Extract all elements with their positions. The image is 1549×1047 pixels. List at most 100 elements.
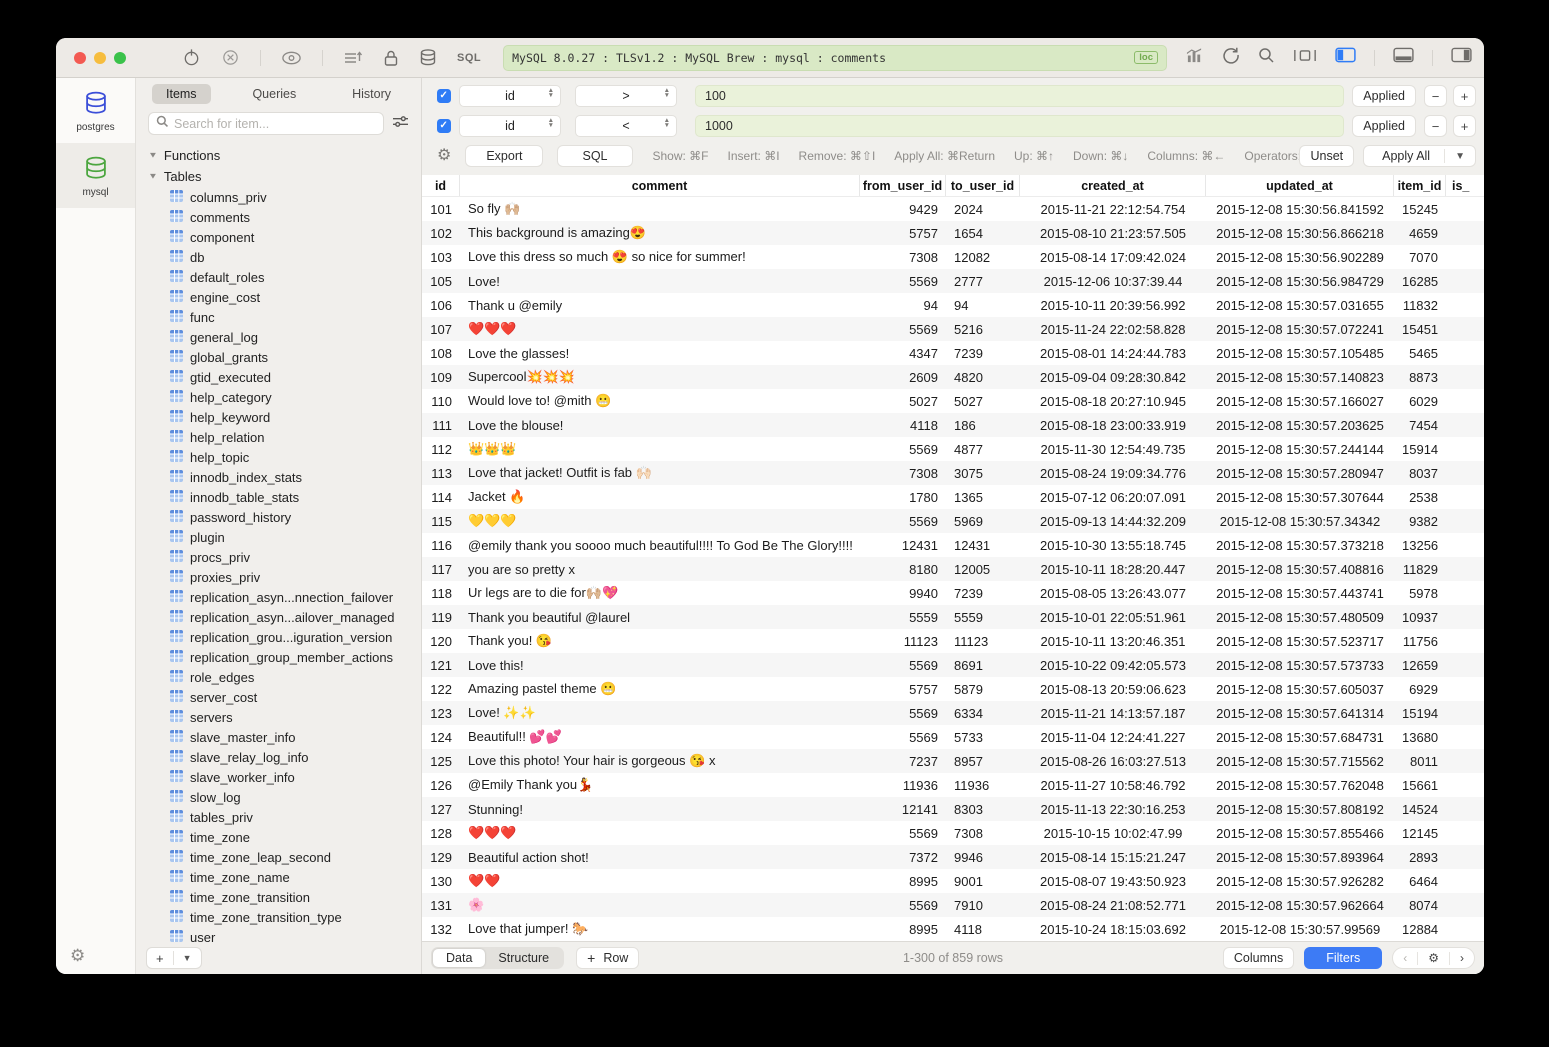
sidebar-table-item[interactable]: global_grants bbox=[136, 347, 421, 367]
table-row[interactable]: 111Love the blouse!41181862015-08-18 23:… bbox=[422, 413, 1484, 437]
chevron-down-icon[interactable]: ▼ bbox=[174, 953, 201, 963]
filter-sliders-icon[interactable] bbox=[392, 114, 409, 134]
table-row[interactable]: 130❤️❤️899590012015-08-07 19:43:50.92320… bbox=[422, 869, 1484, 893]
sidebar-table-item[interactable]: time_zone bbox=[136, 827, 421, 847]
filter-settings-gear-icon[interactable]: ⚙ bbox=[437, 148, 451, 164]
sidebar-table-item[interactable]: slow_log bbox=[136, 787, 421, 807]
filter-enabled-checkbox[interactable] bbox=[437, 89, 451, 103]
sql-button[interactable]: SQL bbox=[557, 145, 632, 167]
table-row[interactable]: 103Love this dress so much 😍 so nice for… bbox=[422, 245, 1484, 269]
table-row[interactable]: 121Love this!556986912015-10-22 09:42:05… bbox=[422, 653, 1484, 677]
sidebar-table-item[interactable]: component bbox=[136, 227, 421, 247]
next-page-icon[interactable]: › bbox=[1450, 951, 1474, 965]
sidebar-table-item[interactable]: time_zone_name bbox=[136, 867, 421, 887]
sidebar-table-item[interactable]: role_edges bbox=[136, 667, 421, 687]
add-row-button[interactable]: + Row bbox=[576, 947, 639, 969]
sidebar-table-item[interactable]: slave_master_info bbox=[136, 727, 421, 747]
sidebar-table-item[interactable]: time_zone_leap_second bbox=[136, 847, 421, 867]
page-settings-gear-icon[interactable]: ⚙ bbox=[1418, 951, 1449, 965]
sidebar-table-item[interactable]: slave_worker_info bbox=[136, 767, 421, 787]
sidebar-table-item[interactable]: replication_grou...iguration_version bbox=[136, 627, 421, 647]
prev-page-icon[interactable]: ‹ bbox=[1393, 951, 1417, 965]
sidebar-table-item[interactable]: comments bbox=[136, 207, 421, 227]
filter-applied-button[interactable]: Applied bbox=[1352, 85, 1416, 107]
tree-section-functions[interactable]: ▼ Functions bbox=[136, 145, 421, 166]
column-header-id[interactable]: id bbox=[422, 175, 460, 196]
zoom-window-button[interactable] bbox=[114, 52, 126, 64]
search-input[interactable]: Search for item... bbox=[148, 112, 384, 135]
filter-value-input[interactable]: 1000 bbox=[695, 115, 1344, 137]
column-header-from_user_id[interactable]: from_user_id bbox=[860, 175, 946, 196]
sql-console-button[interactable]: SQL bbox=[457, 52, 481, 64]
sidebar-table-item[interactable]: slave_relay_log_info bbox=[136, 747, 421, 767]
table-row[interactable]: 125Love this photo! Your hair is gorgeou… bbox=[422, 749, 1484, 773]
toggle-right-panel-icon[interactable] bbox=[1451, 47, 1472, 68]
filter-column-select[interactable]: id ▲▼ bbox=[459, 115, 561, 137]
sidebar-table-item[interactable]: replication_asyn...nnection_failover bbox=[136, 587, 421, 607]
minimize-window-button[interactable] bbox=[94, 52, 106, 64]
lock-icon[interactable] bbox=[383, 49, 399, 67]
add-filter-button[interactable]: + bbox=[1453, 85, 1476, 107]
settings-gear-icon[interactable]: ⚙ bbox=[70, 947, 85, 964]
sidebar-table-item[interactable]: help_topic bbox=[136, 447, 421, 467]
sidebar-table-item[interactable]: replication_asyn...ailover_managed bbox=[136, 607, 421, 627]
table-row[interactable]: 129Beautiful action shot!737299462015-08… bbox=[422, 845, 1484, 869]
table-row[interactable]: 107❤️❤️❤️556952162015-11-24 22:02:58.828… bbox=[422, 317, 1484, 341]
table-row[interactable]: 114Jacket 🔥178013652015-07-12 06:20:07.0… bbox=[422, 485, 1484, 509]
toggle-left-panel-icon[interactable] bbox=[1335, 47, 1356, 68]
tab-queries[interactable]: Queries bbox=[238, 84, 310, 104]
table-row[interactable]: 119Thank you beautiful @laurel5559555920… bbox=[422, 605, 1484, 629]
table-row[interactable]: 112👑👑👑556948772015-11-30 12:54:49.735201… bbox=[422, 437, 1484, 461]
apply-all-button[interactable]: Apply All ▼ bbox=[1363, 145, 1476, 167]
chevron-down-icon[interactable]: ▼ bbox=[1445, 151, 1475, 162]
column-header-created_at[interactable]: created_at bbox=[1020, 175, 1206, 196]
disconnect-icon[interactable] bbox=[221, 48, 240, 67]
column-header-to_user_id[interactable]: to_user_id bbox=[946, 175, 1020, 196]
table-row[interactable]: 116@emily thank you soooo much beautiful… bbox=[422, 533, 1484, 557]
sidebar-table-item[interactable]: gtid_executed bbox=[136, 367, 421, 387]
sidebar-table-item[interactable]: tables_priv bbox=[136, 807, 421, 827]
sidebar-table-item[interactable]: help_category bbox=[136, 387, 421, 407]
tab-history[interactable]: History bbox=[338, 84, 405, 104]
filter-value-input[interactable]: 100 bbox=[695, 85, 1344, 107]
tab-items[interactable]: Items bbox=[152, 84, 211, 104]
connect-icon[interactable] bbox=[182, 48, 201, 67]
sidebar-table-item[interactable]: engine_cost bbox=[136, 287, 421, 307]
table-row[interactable]: 132Love that jumper! 🐎899541182015-10-24… bbox=[422, 917, 1484, 941]
database-icon[interactable] bbox=[419, 48, 437, 67]
table-row[interactable]: 128❤️❤️❤️556973082015-10-15 10:02:47.992… bbox=[422, 821, 1484, 845]
sidebar-table-item[interactable]: procs_priv bbox=[136, 547, 421, 567]
sidebar-table-item[interactable]: proxies_priv bbox=[136, 567, 421, 587]
filter-column-select[interactable]: id ▲▼ bbox=[459, 85, 561, 107]
refresh-icon[interactable] bbox=[1222, 46, 1240, 69]
table-row[interactable]: 102This background is amazing😍5757165420… bbox=[422, 221, 1484, 245]
sidebar-table-item[interactable]: user bbox=[136, 927, 421, 942]
filter-operator-select[interactable]: > ▲▼ bbox=[575, 85, 677, 107]
sidebar-table-item[interactable]: replication_group_member_actions bbox=[136, 647, 421, 667]
add-item-plus[interactable]: + bbox=[147, 951, 173, 966]
column-header-item_id[interactable]: item_id bbox=[1394, 175, 1446, 196]
chart-icon[interactable] bbox=[1185, 47, 1204, 69]
sidebar-table-item[interactable]: plugin bbox=[136, 527, 421, 547]
table-row[interactable]: 106Thank u @emily94942015-10-11 20:39:56… bbox=[422, 293, 1484, 317]
sidebar-table-item[interactable]: general_log bbox=[136, 327, 421, 347]
sidebar-table-item[interactable]: help_keyword bbox=[136, 407, 421, 427]
sidebar-table-item[interactable]: db bbox=[136, 247, 421, 267]
table-row[interactable]: 118Ur legs are to die for🙌🏼💖994072392015… bbox=[422, 581, 1484, 605]
table-row[interactable]: 115💛💛💛556959692015-09-13 14:44:32.209201… bbox=[422, 509, 1484, 533]
close-window-button[interactable] bbox=[74, 52, 86, 64]
table-row[interactable]: 126@Emily Thank you💃11936119362015-11-27… bbox=[422, 773, 1484, 797]
focus-mode-icon[interactable] bbox=[1293, 48, 1317, 68]
table-row[interactable]: 123Love! ✨✨556963342015-11-21 14:13:57.1… bbox=[422, 701, 1484, 725]
filter-applied-button[interactable]: Applied bbox=[1352, 115, 1416, 137]
tab-data[interactable]: Data bbox=[433, 949, 485, 967]
tree-section-tables[interactable]: ▼ Tables bbox=[136, 166, 421, 187]
connection-postgres[interactable]: postgres bbox=[56, 78, 135, 143]
sidebar-table-item[interactable]: server_cost bbox=[136, 687, 421, 707]
table-row[interactable]: 124Beautiful!! 💕💕556957332015-11-04 12:2… bbox=[422, 725, 1484, 749]
filter-enabled-checkbox[interactable] bbox=[437, 119, 451, 133]
sidebar-table-item[interactable]: help_relation bbox=[136, 427, 421, 447]
filters-button[interactable]: Filters bbox=[1304, 947, 1382, 969]
table-row[interactable]: 120Thank you! 😘11123111232015-10-11 13:2… bbox=[422, 629, 1484, 653]
toggle-bottom-panel-icon[interactable] bbox=[1393, 47, 1414, 68]
